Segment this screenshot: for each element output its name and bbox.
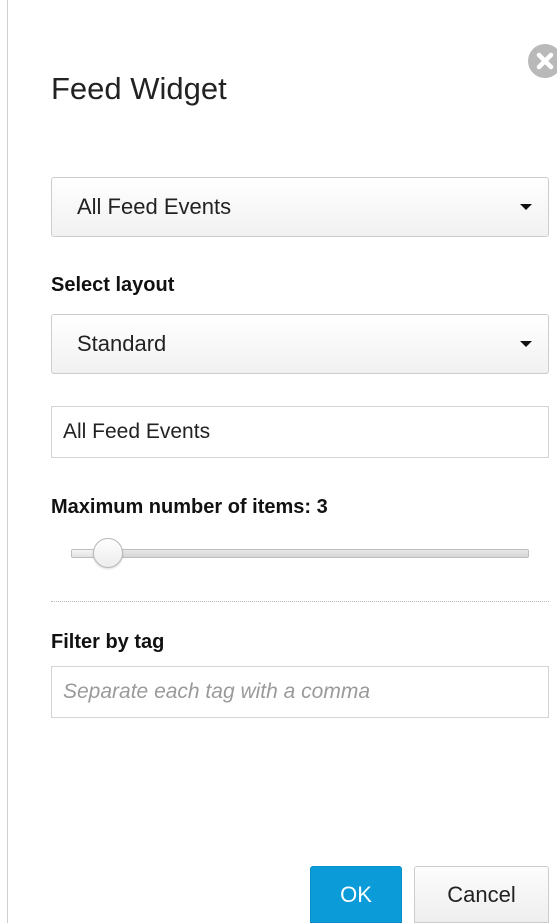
filter-tag-input[interactable] [51,666,549,718]
layout-value: Standard [77,331,167,356]
widget-title-input[interactable] [51,406,549,458]
dialog-title: Feed Widget [51,71,227,106]
feed-type-value: All Feed Events [77,194,232,219]
chevron-down-icon [520,341,532,347]
max-items-slider-track[interactable] [71,549,529,558]
close-button[interactable] [528,44,557,78]
panel-border [7,0,8,923]
feed-widget-dialog: Feed Widget All Feed Events Select layou… [0,0,557,923]
close-icon [536,52,554,70]
cancel-button[interactable]: Cancel [414,866,549,923]
chevron-down-icon [520,204,532,210]
max-items-slider-handle[interactable] [92,538,123,568]
layout-label: Select layout [51,274,175,296]
layout-select[interactable]: Standard [51,314,549,374]
divider [51,601,549,602]
feed-type-select[interactable]: All Feed Events [51,177,549,237]
filter-tag-label: Filter by tag [51,631,165,653]
ok-button[interactable]: OK [310,866,402,923]
max-items-label: Maximum number of items: 3 [51,496,328,518]
